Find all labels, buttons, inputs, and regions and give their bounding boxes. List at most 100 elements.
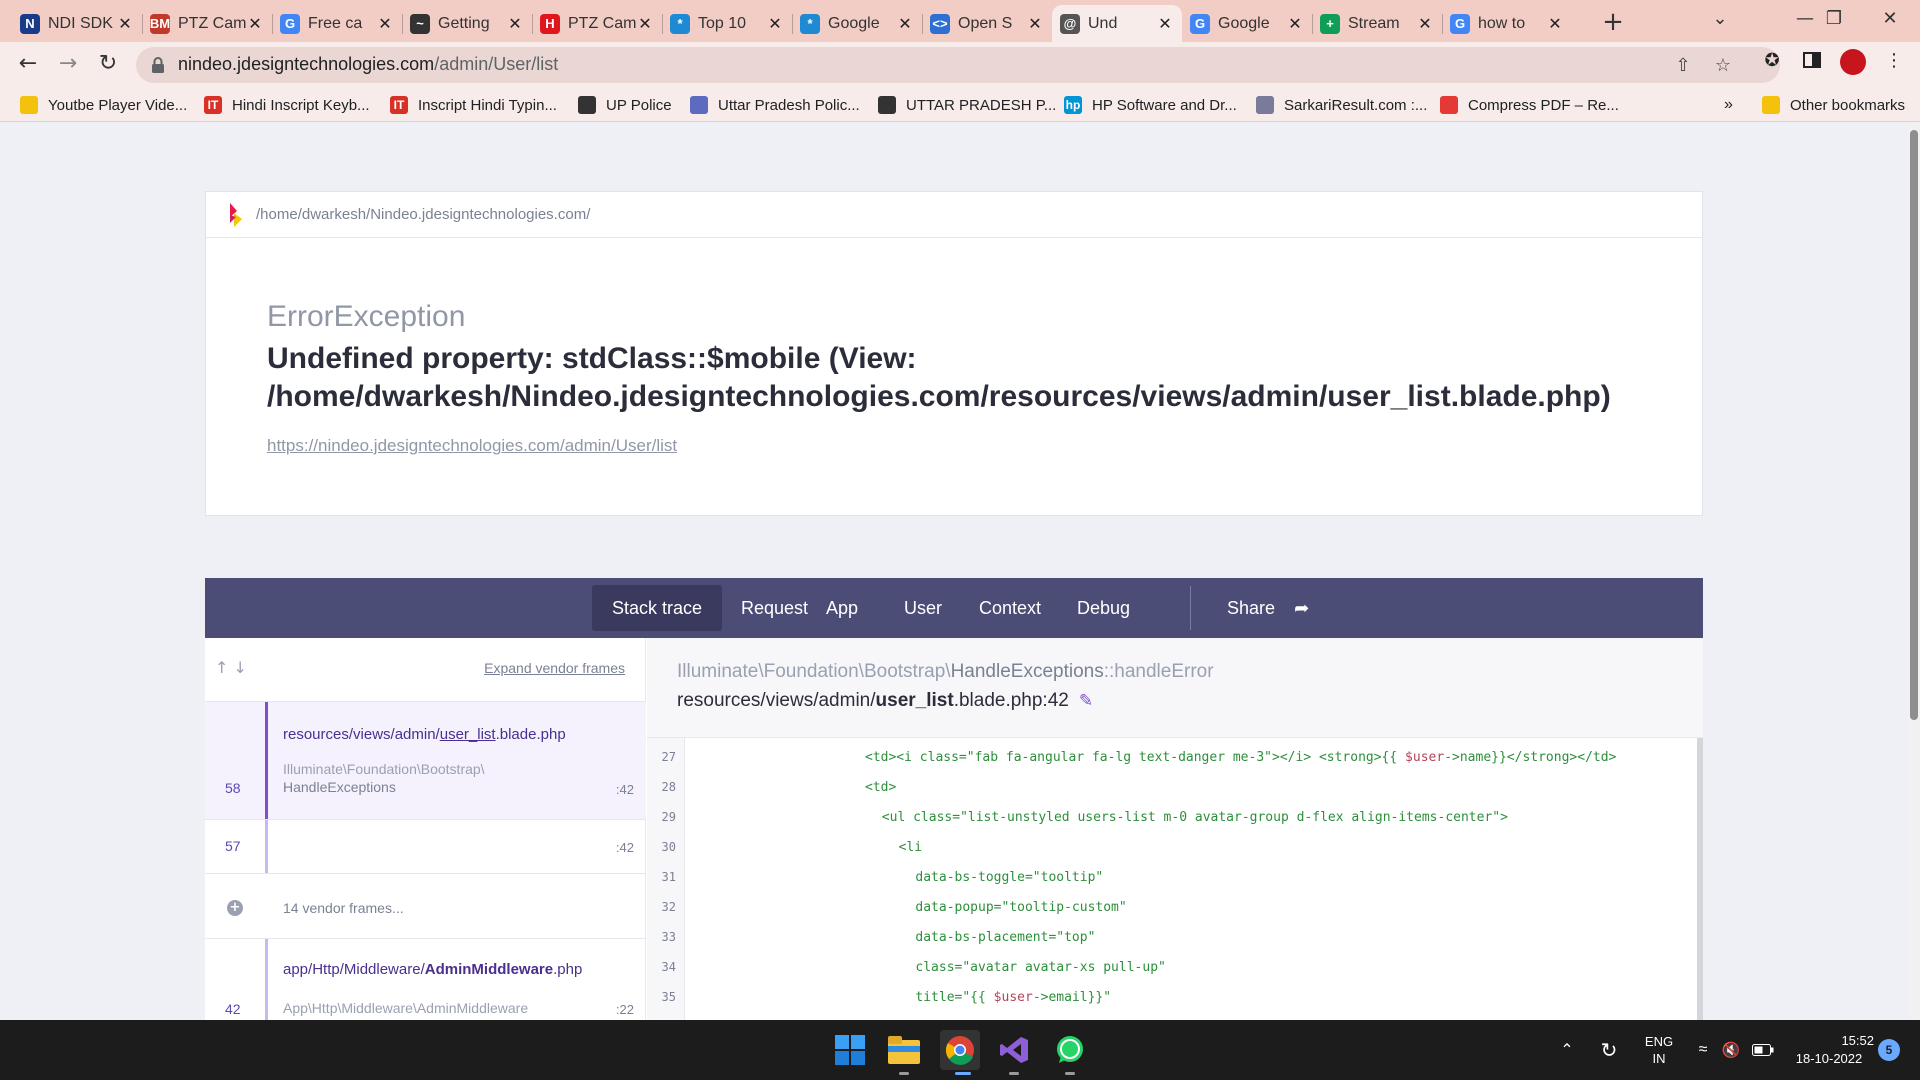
- page-scrollbar[interactable]: [1908, 122, 1920, 1020]
- browser-tab[interactable]: + Stream ✕: [1312, 5, 1442, 42]
- bookmark-item[interactable]: hp HP Software and Dr...: [1064, 93, 1237, 117]
- extensions-puzzle-icon[interactable]: ✪: [1760, 50, 1784, 74]
- browser-tab[interactable]: * Google ✕: [792, 5, 922, 42]
- browser-tab[interactable]: <> Open S ✕: [922, 5, 1052, 42]
- tab-close-icon[interactable]: ✕: [246, 14, 264, 33]
- share-page-icon[interactable]: ⇧: [1670, 53, 1696, 79]
- browser-tab[interactable]: H PTZ Cam ✕: [532, 5, 662, 42]
- frame-file: resources/views/admin/user_list.blade.ph…: [283, 726, 566, 743]
- tab-close-icon[interactable]: ✕: [1286, 14, 1304, 33]
- tab-favicon-icon: N: [20, 13, 40, 34]
- bookmark-item[interactable]: UP Police: [578, 93, 672, 117]
- exception-message: Undefined property: stdClass::$mobile (V…: [267, 342, 1611, 413]
- trace-tab[interactable]: Debug: [1057, 585, 1150, 631]
- stack-frame[interactable]: app/Http/Middleware/AdminMiddleware.php …: [205, 939, 646, 1020]
- browser-tab[interactable]: Ghow to ✕: [1442, 5, 1572, 42]
- running-indicator: [1065, 1072, 1075, 1075]
- tab-favicon-icon: *: [800, 13, 820, 34]
- tab-label: Top 10: [698, 14, 747, 32]
- tab-close-icon[interactable]: ✕: [766, 14, 784, 33]
- browser-tab[interactable]: N NDI SDK ✕: [12, 5, 142, 42]
- share-button[interactable]: Share ➦: [1207, 585, 1329, 631]
- bookmark-item[interactable]: SarkariResult.com :...: [1256, 93, 1427, 117]
- notification-badge[interactable]: 5: [1878, 1039, 1900, 1061]
- tab-close-icon[interactable]: ✕: [636, 14, 654, 33]
- frame-navigation-arrows-icon[interactable]: ↑ ↓: [215, 658, 247, 677]
- other-bookmarks-folder[interactable]: Other bookmarks: [1762, 93, 1905, 117]
- browser-tab[interactable]: G Google ✕: [1182, 5, 1312, 42]
- address-bar[interactable]: nindeo.jdesigntechnologies.com/admin/Use…: [136, 47, 1780, 83]
- expand-vendor-frames-link[interactable]: Expand vendor frames: [484, 660, 625, 676]
- tab-close-icon[interactable]: ✕: [376, 14, 394, 33]
- language-indicator[interactable]: ENG IN: [1634, 1020, 1684, 1080]
- tab-close-icon[interactable]: ✕: [506, 14, 524, 33]
- vendor-frames-group[interactable]: + 14 vendor frames...: [205, 874, 646, 939]
- vendor-frames-count: 14 vendor frames...: [283, 900, 404, 916]
- tab-favicon-icon: G: [280, 13, 300, 34]
- tab-close-icon[interactable]: ✕: [1156, 14, 1174, 33]
- tray-overflow-chevron-icon[interactable]: ⌃: [1552, 1020, 1582, 1080]
- tab-close-icon[interactable]: ✕: [116, 14, 134, 33]
- side-panel-icon[interactable]: [1800, 50, 1824, 74]
- visual-studio-icon[interactable]: [994, 1030, 1034, 1070]
- code-header: Illuminate\Foundation\Bootstrap\HandleEx…: [647, 638, 1703, 738]
- bookmark-item[interactable]: Uttar Pradesh Polic...: [690, 93, 860, 117]
- stack-frame[interactable]: 57 :42: [205, 820, 646, 874]
- exception-class: ErrorException: [267, 300, 466, 333]
- profile-avatar[interactable]: [1840, 49, 1866, 75]
- bookmark-item[interactable]: IT Inscript Hindi Typin...: [390, 93, 557, 117]
- speaker-muted-icon[interactable]: 🔇: [1718, 1020, 1744, 1080]
- page-scrollbar-thumb[interactable]: [1910, 130, 1918, 720]
- stack-frame[interactable]: resources/views/admin/user_list.blade.ph…: [205, 702, 646, 820]
- forward-button[interactable]: →: [52, 49, 84, 81]
- trace-tab[interactable]: Stack trace: [592, 585, 723, 631]
- bookmark-item[interactable]: IT Hindi Inscript Keyb...: [204, 93, 370, 117]
- line-number: 35: [661, 990, 676, 1004]
- error-card-header: /home/dwarkesh/Nindeo.jdesigntechnologie…: [206, 192, 1702, 238]
- bookmark-star-icon[interactable]: ☆: [1710, 53, 1736, 79]
- share-arrow-icon: ➦: [1294, 598, 1310, 618]
- request-url-link[interactable]: https://nindeo.jdesigntechnologies.com/a…: [267, 436, 677, 456]
- whatsapp-icon[interactable]: [1050, 1030, 1090, 1070]
- browser-tab[interactable]: * Top 10 ✕: [662, 5, 792, 42]
- browser-tab[interactable]: ~ Getting ✕: [402, 5, 532, 42]
- browser-tab[interactable]: BM PTZ Cam ✕: [142, 5, 272, 42]
- code-scrollbar[interactable]: [1697, 738, 1703, 1020]
- chrome-menu-icon[interactable]: ⋮: [1882, 50, 1906, 74]
- close-window-button[interactable]: ✕: [1860, 0, 1920, 42]
- tab-search-chevron-icon[interactable]: ⌄: [1690, 0, 1750, 42]
- bookmark-item[interactable]: UTTAR PRADESH P...: [878, 93, 1056, 117]
- tab-close-icon[interactable]: ✕: [1546, 14, 1564, 33]
- frame-marker: [265, 820, 268, 873]
- page-content: /home/dwarkesh/Nindeo.jdesigntechnologie…: [0, 122, 1908, 1020]
- battery-icon[interactable]: [1748, 1020, 1778, 1080]
- tab-close-icon[interactable]: ✕: [1026, 14, 1044, 33]
- file-explorer-icon[interactable]: [884, 1030, 924, 1070]
- sync-icon[interactable]: ↻: [1594, 1020, 1624, 1080]
- chrome-taskbar-icon[interactable]: [940, 1030, 980, 1070]
- tab-close-icon[interactable]: ✕: [896, 14, 914, 33]
- windows-start-icon[interactable]: [830, 1030, 870, 1070]
- clock[interactable]: 15:52 18-10-2022: [1784, 1020, 1874, 1080]
- tab-close-icon[interactable]: ✕: [1416, 14, 1434, 33]
- code-line: title="{{ $user->email}}": [915, 990, 1112, 1005]
- edit-pencil-icon[interactable]: ✎: [1079, 691, 1093, 710]
- trace-tab[interactable]: User: [884, 585, 962, 631]
- trace-tab[interactable]: App: [806, 585, 878, 631]
- bookmark-item[interactable]: Compress PDF – Re...: [1440, 93, 1619, 117]
- tab-label: Und: [1088, 14, 1118, 32]
- wifi-icon[interactable]: ≈: [1690, 1020, 1716, 1080]
- back-button[interactable]: ←: [12, 49, 44, 81]
- region-code: IN: [1652, 1051, 1666, 1066]
- tab-favicon-icon: <>: [930, 13, 950, 34]
- browser-tab[interactable]: @ Und ✕: [1052, 5, 1182, 42]
- new-tab-button[interactable]: +: [1598, 8, 1628, 38]
- tab-label: Getting: [438, 14, 490, 32]
- bookmarks-overflow-button[interactable]: »: [1724, 93, 1733, 117]
- browser-tab[interactable]: G Free ca ✕: [272, 5, 402, 42]
- bookmark-item[interactable]: Youtbe Player Vide...: [20, 93, 187, 117]
- code-line: data-popup="tooltip-custom": [915, 900, 1127, 915]
- trace-tab[interactable]: Context: [959, 585, 1061, 631]
- reload-button[interactable]: ↻: [92, 49, 124, 81]
- restore-button[interactable]: ❐: [1804, 0, 1864, 42]
